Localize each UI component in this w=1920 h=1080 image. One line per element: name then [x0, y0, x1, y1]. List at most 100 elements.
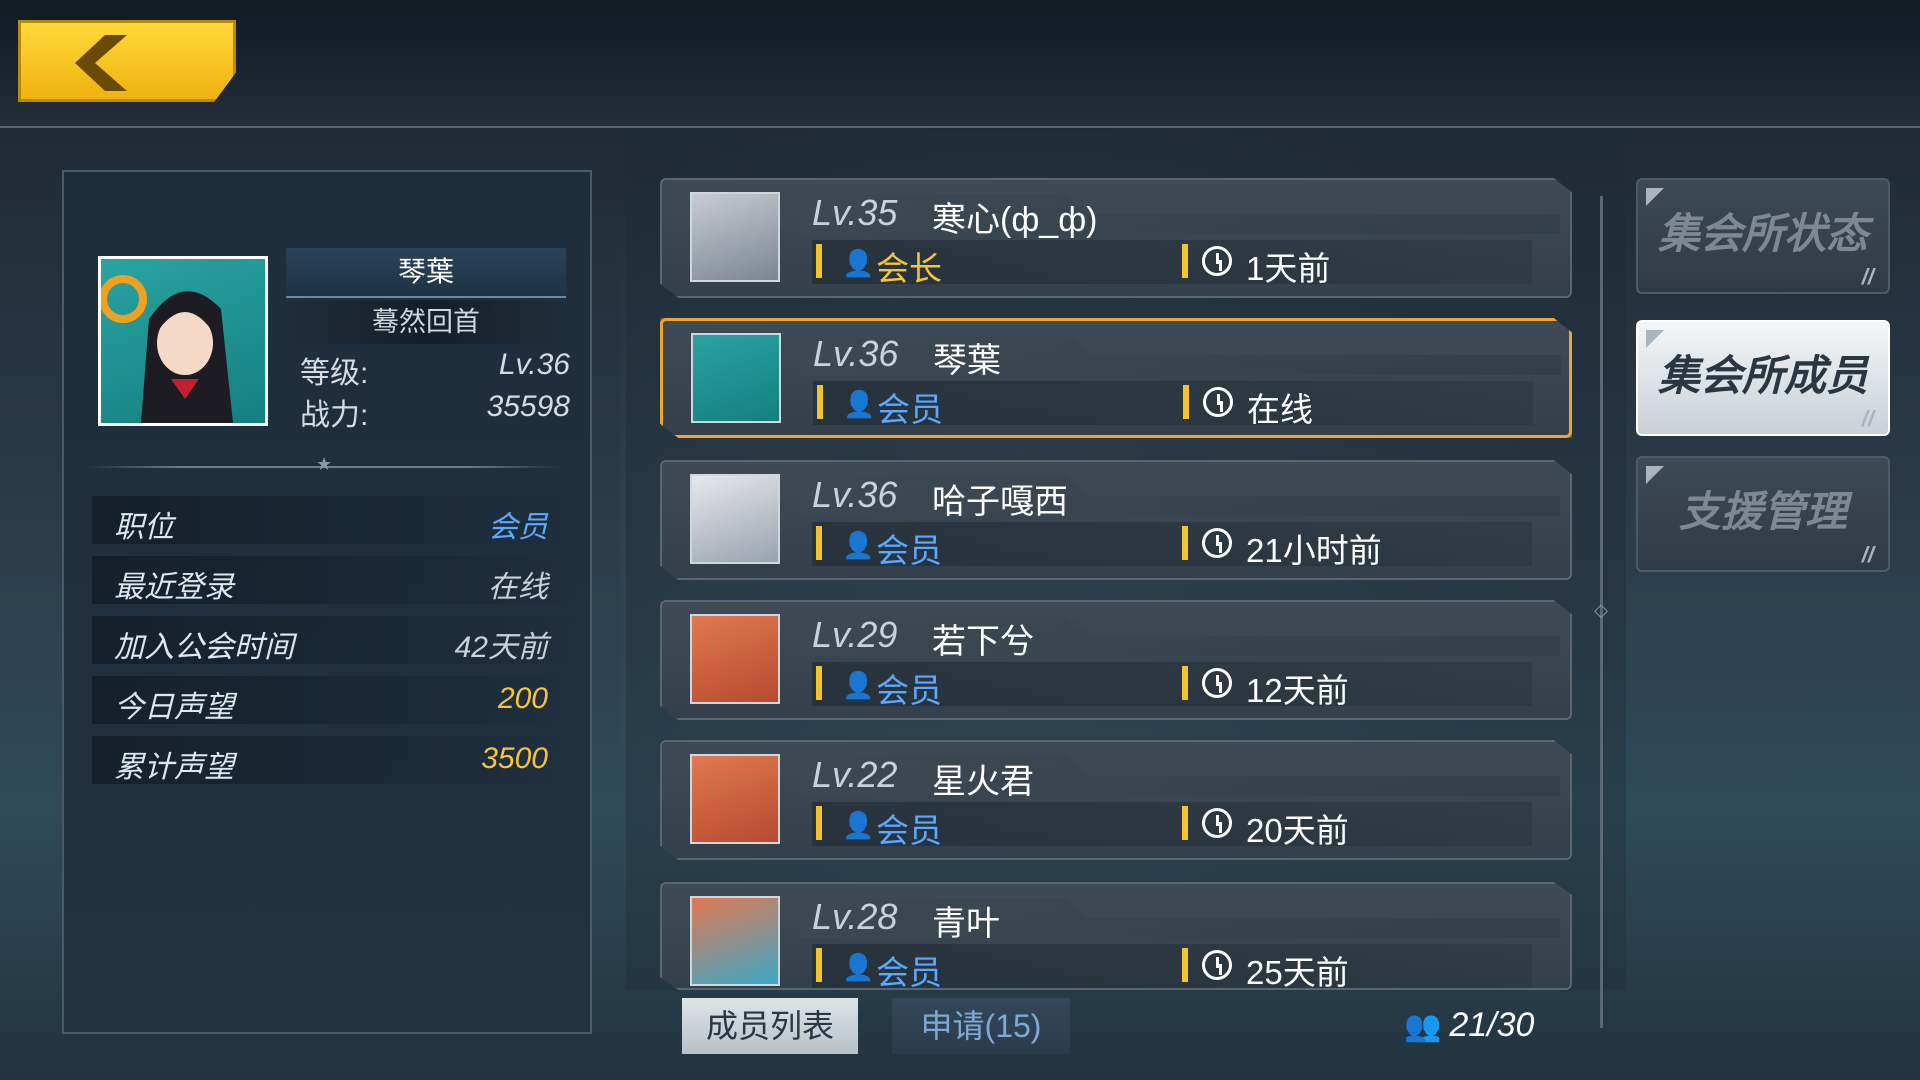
character-portrait-icon — [99, 275, 233, 423]
member-count: 👥 21/30 — [1404, 1006, 1534, 1045]
member-role: 会员 — [876, 954, 942, 991]
slash-decoration: // — [1861, 542, 1874, 567]
member-avatar — [690, 754, 780, 844]
member-card[interactable]: Lv.29 若下兮 👤 会员 12天前 — [660, 600, 1572, 720]
member-name: 青叶 — [932, 905, 1000, 943]
member-card-selected[interactable]: Lv.36 琴葉 👤 会员 在线 — [660, 318, 1572, 438]
member-level: Lv.36 — [812, 474, 898, 515]
back-arrow-icon — [75, 35, 127, 91]
bar-decoration — [816, 806, 822, 840]
tab-label: 支援管理 — [1678, 488, 1847, 535]
member-card[interactable]: Lv.35 寒心(ф_ф) 👤 会长 1天前 — [660, 178, 1572, 298]
tab-hall-status[interactable]: 集会所状态 // — [1636, 178, 1890, 294]
tab-hall-members[interactable]: 集会所成员 // — [1636, 320, 1890, 436]
slash-decoration: // — [1861, 406, 1874, 431]
info-value: 会员 — [488, 511, 548, 544]
info-value: 200 — [497, 682, 548, 715]
member-role: 会员 — [876, 532, 942, 569]
profile-panel: 琴葉 蓦然回首 等级: Lv.36 战力: 35598 ★ 职位 会员 最近登录… — [62, 170, 592, 1034]
info-key: 最近登录 — [114, 571, 234, 604]
member-role: 会员 — [877, 391, 943, 428]
bar-decoration — [1182, 806, 1188, 840]
bar-decoration — [1182, 666, 1188, 700]
info-row-position: 职位 会员 — [92, 496, 576, 544]
tab-support-management[interactable]: 支援管理 // — [1636, 456, 1890, 572]
member-level: Lv.35 — [812, 192, 898, 233]
member-card[interactable]: Lv.28 青叶 👤 会员 25天前 — [660, 882, 1572, 990]
clock-icon — [1203, 387, 1233, 417]
member-name: 哈子嘎西 — [932, 483, 1068, 521]
corner-decoration — [1646, 188, 1664, 206]
person-icon: 👤 — [843, 389, 876, 419]
info-key: 累计声望 — [114, 751, 234, 784]
level-value: Lv.36 — [498, 348, 570, 381]
member-avatar — [691, 333, 781, 423]
member-avatar — [690, 614, 780, 704]
player-title: 蓦然回首 — [286, 300, 566, 344]
player-avatar — [98, 256, 268, 426]
back-button[interactable] — [18, 20, 236, 102]
power-value: 35598 — [486, 390, 570, 423]
corner-decoration — [1646, 330, 1664, 348]
member-name: 星火君 — [932, 763, 1034, 801]
info-value: 3500 — [481, 742, 548, 775]
member-name: 寒心(ф_ф) — [932, 201, 1098, 239]
scrollbar-handle-icon[interactable]: ◇ — [1592, 600, 1610, 630]
member-level: Lv.28 — [812, 896, 898, 937]
clock-icon — [1202, 528, 1232, 558]
member-last-seen: 20天前 — [1246, 812, 1349, 849]
bar-decoration — [816, 666, 822, 700]
member-last-seen: 1天前 — [1246, 250, 1331, 287]
card-title-bar — [800, 756, 1560, 796]
person-icon: 👤 — [842, 670, 875, 700]
info-key: 加入公会时间 — [114, 631, 294, 664]
member-last-seen: 12天前 — [1246, 672, 1349, 709]
star-icon: ★ — [316, 454, 333, 474]
info-row-last-login: 最近登录 在线 — [92, 556, 576, 604]
clock-icon — [1202, 668, 1232, 698]
card-title-bar — [801, 335, 1561, 375]
level-label: 等级: — [300, 357, 369, 390]
info-row-join-time: 加入公会时间 42天前 — [92, 616, 576, 664]
member-last-seen: 在线 — [1247, 391, 1313, 428]
member-name: 若下兮 — [932, 623, 1034, 661]
power-label: 战力: — [300, 399, 369, 432]
bar-decoration — [817, 385, 823, 419]
clock-icon — [1202, 246, 1232, 276]
bar-decoration — [816, 948, 822, 982]
people-icon: 👥 — [1404, 1010, 1442, 1043]
member-last-seen: 25天前 — [1246, 954, 1349, 991]
member-name: 琴葉 — [933, 342, 1001, 380]
person-icon: 👤 — [842, 248, 875, 278]
member-level: Lv.36 — [813, 333, 899, 374]
tab-applications[interactable]: 申请(15) — [892, 998, 1070, 1054]
tab-member-list[interactable]: 成员列表 — [682, 998, 858, 1054]
card-title-bar — [800, 194, 1560, 234]
tab-label: 集会所状态 — [1657, 210, 1868, 257]
bar-decoration — [1183, 385, 1189, 419]
info-value: 在线 — [488, 571, 548, 604]
member-level: Lv.22 — [812, 754, 898, 795]
member-card[interactable]: Lv.36 哈子嘎西 👤 会员 21小时前 — [660, 460, 1572, 580]
person-icon: 👤 — [842, 952, 875, 982]
clock-icon — [1202, 950, 1232, 980]
bar-decoration — [1182, 948, 1188, 982]
member-last-seen: 21小时前 — [1246, 532, 1382, 569]
member-role: 会员 — [876, 672, 942, 709]
power-stat: 战力: 35598 — [300, 390, 570, 432]
info-value: 42天前 — [454, 631, 548, 664]
corner-decoration — [1646, 466, 1664, 484]
card-title-bar — [800, 898, 1560, 938]
member-count-value: 21/30 — [1449, 1006, 1535, 1044]
info-key: 职位 — [114, 511, 174, 544]
bar-decoration — [816, 244, 822, 278]
member-avatar — [690, 192, 780, 282]
member-card[interactable]: Lv.22 星火君 👤 会员 20天前 — [660, 740, 1572, 860]
info-row-today-reputation: 今日声望 200 — [92, 676, 576, 724]
card-title-bar — [800, 616, 1560, 656]
bar-decoration — [1182, 526, 1188, 560]
member-avatar — [690, 896, 780, 986]
tab-label: 集会所成员 — [1657, 352, 1868, 399]
info-key: 今日声望 — [114, 691, 234, 724]
top-bar — [0, 0, 1920, 128]
